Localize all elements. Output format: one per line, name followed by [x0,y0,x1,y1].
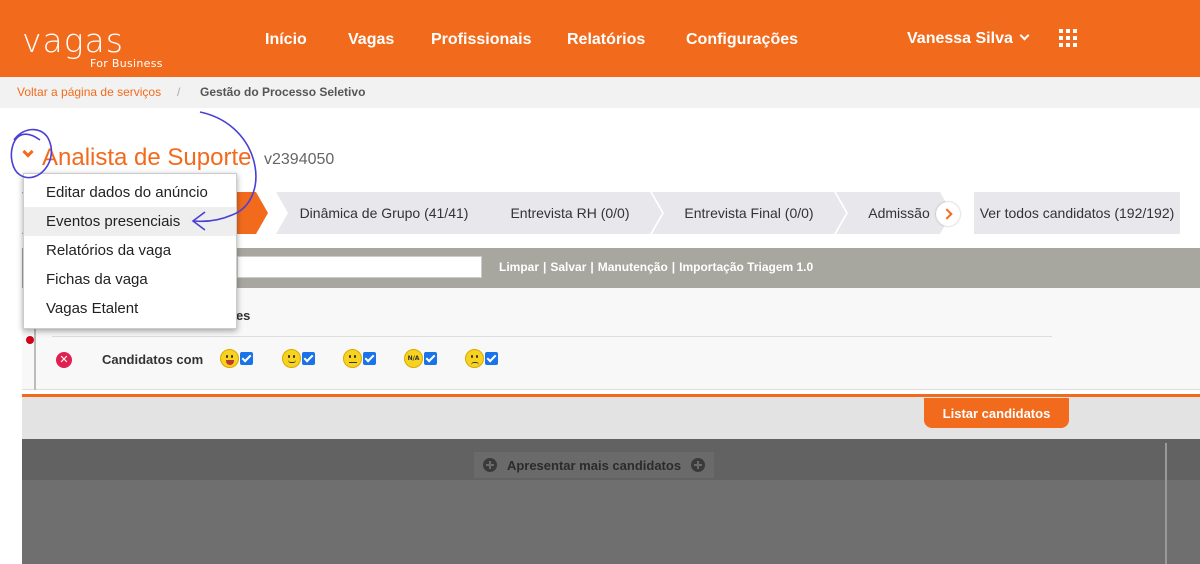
chevron-right-icon[interactable] [936,202,960,226]
menu-item-job-reports[interactable]: Relatórios da vaga [24,236,236,265]
scrollbar[interactable] [1165,443,1167,564]
nav-relatorios[interactable]: Relatórios [567,31,645,49]
show-more-label: Apresentar mais candidatos [506,457,682,473]
plus-icon [482,458,497,472]
vagas-logo[interactable]: vagas For Business [22,21,162,70]
list-candidates-button[interactable]: Listar candidatos [924,398,1069,428]
menu-item-job-forms[interactable]: Fichas da vaga [24,265,236,294]
logo-text: vagas [22,21,124,60]
menu-item-edit-listing[interactable]: Editar dados do anúncio [24,178,236,207]
rating-checkbox[interactable] [363,352,376,365]
breadcrumb-separator: / [177,85,181,99]
grid-icon[interactable] [1059,29,1077,47]
chevron-down-icon[interactable] [22,146,34,158]
remove-filter-icon[interactable]: ✕ [56,352,72,368]
stage-tab-all-candidates[interactable]: Ver todos candidatos (192/192) [974,192,1180,234]
rating-filter-neutral[interactable] [343,349,376,368]
big-smile-icon [220,349,239,368]
alert-dot-icon [26,336,34,344]
candidates-with-label: Candidatos com [102,352,204,367]
panel-divider [52,336,1052,337]
job-code: v2394050 [264,151,335,168]
breadcrumb-back-link[interactable]: Voltar a página de serviços [17,85,161,99]
nav-vagas[interactable]: Vagas [348,31,394,49]
nav-profissionais[interactable]: Profissionais [431,31,531,49]
stage-tab-entrevista-rh[interactable]: Entrevista RH (0/0) [478,192,662,234]
nav-inicio[interactable]: Início [265,31,307,49]
rating-checkbox[interactable] [240,352,253,365]
stage-tab-admissao[interactable]: Admissão [836,192,952,234]
stage-tab-entrevista-final[interactable]: Entrevista Final (0/0) [652,192,846,234]
show-more-candidates-button[interactable]: Apresentar mais candidatos [474,452,714,478]
sad-face-icon [465,349,484,368]
rating-filter-big-smile[interactable] [220,349,253,368]
user-name: Vanessa Silva [907,30,1013,47]
nav-configuracoes[interactable]: Configurações [686,31,798,49]
rating-filter-smile[interactable] [282,349,315,368]
plus-icon [691,458,706,472]
rating-checkbox[interactable] [424,352,437,365]
smile-icon [282,349,301,368]
menu-item-vagas-etalent[interactable]: Vagas Etalent [24,294,236,323]
job-title[interactable]: Analista de Suporte [42,144,251,172]
top-navbar: vagas For Business Início Vagas Profissi… [0,0,1200,77]
neutral-face-icon [343,349,362,368]
rating-filter-na[interactable]: N/A [404,349,437,368]
rating-filter-sad[interactable] [465,349,498,368]
menu-item-in-person-events[interactable]: Eventos presenciais [24,207,236,236]
import-triagem-link[interactable]: Importação Triagem 1.0 [679,260,813,274]
search-input[interactable] [237,256,482,278]
filter-links: Limpar | Salvar | Manutenção | Importação Tria… [499,260,814,274]
save-link[interactable]: Salvar [550,260,586,274]
breadcrumb-current: Gestão do Processo Seletivo [200,85,366,99]
chevron-down-icon [1019,30,1030,41]
rating-checkbox[interactable] [302,352,315,365]
clear-link[interactable]: Limpar [499,260,539,274]
stage-tab-dinamica[interactable]: Dinâmica de Grupo (41/41) [276,192,492,234]
rating-checkbox[interactable] [485,352,498,365]
na-face-icon: N/A [404,349,423,368]
breadcrumb: Voltar a página de serviços / Gestão do … [0,77,1200,108]
results-area: Apresentar mais candidatos [22,439,1200,564]
user-menu[interactable]: Vanessa Silva [907,30,1030,48]
maintenance-link[interactable]: Manutenção [598,260,668,274]
logo-subtitle: For Business [90,57,163,70]
job-actions-dropdown: Editar dados do anúncio Eventos presenci… [23,173,237,329]
